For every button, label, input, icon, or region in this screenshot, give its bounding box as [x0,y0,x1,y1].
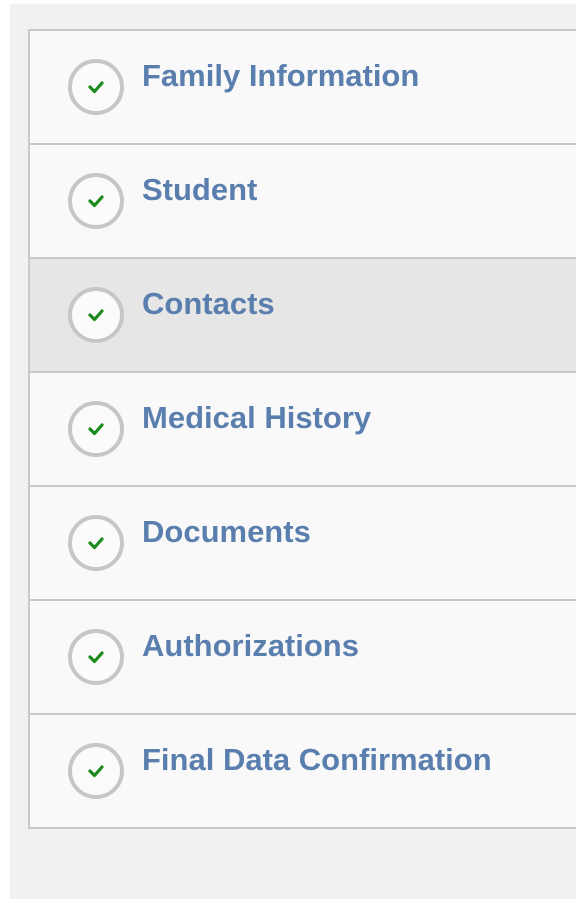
step-label: Medical History [142,400,372,435]
step-family-information[interactable]: Family Information [30,31,576,143]
checkmark-circle-icon [68,59,124,115]
checkmark-circle-icon [68,173,124,229]
checkmark-circle-icon [68,629,124,685]
checkmark-circle-icon [68,743,124,799]
registration-steps-panel: Family Information Student Contacts Medi… [10,4,576,899]
step-authorizations[interactable]: Authorizations [30,599,576,713]
step-label: Contacts [142,286,275,321]
checkmark-circle-icon [68,515,124,571]
checkmark-circle-icon [68,287,124,343]
step-label: Family Information [142,58,420,93]
step-label: Documents [142,514,311,549]
step-label: Authorizations [142,628,359,663]
step-contacts[interactable]: Contacts [30,257,576,371]
step-documents[interactable]: Documents [30,485,576,599]
step-label: Student [142,172,258,207]
step-label: Final Data Confirmation [142,742,492,777]
step-student[interactable]: Student [30,143,576,257]
step-final-data-confirmation[interactable]: Final Data Confirmation [30,713,576,827]
step-medical-history[interactable]: Medical History [30,371,576,485]
checkmark-circle-icon [68,401,124,457]
steps-list: Family Information Student Contacts Medi… [28,29,576,829]
